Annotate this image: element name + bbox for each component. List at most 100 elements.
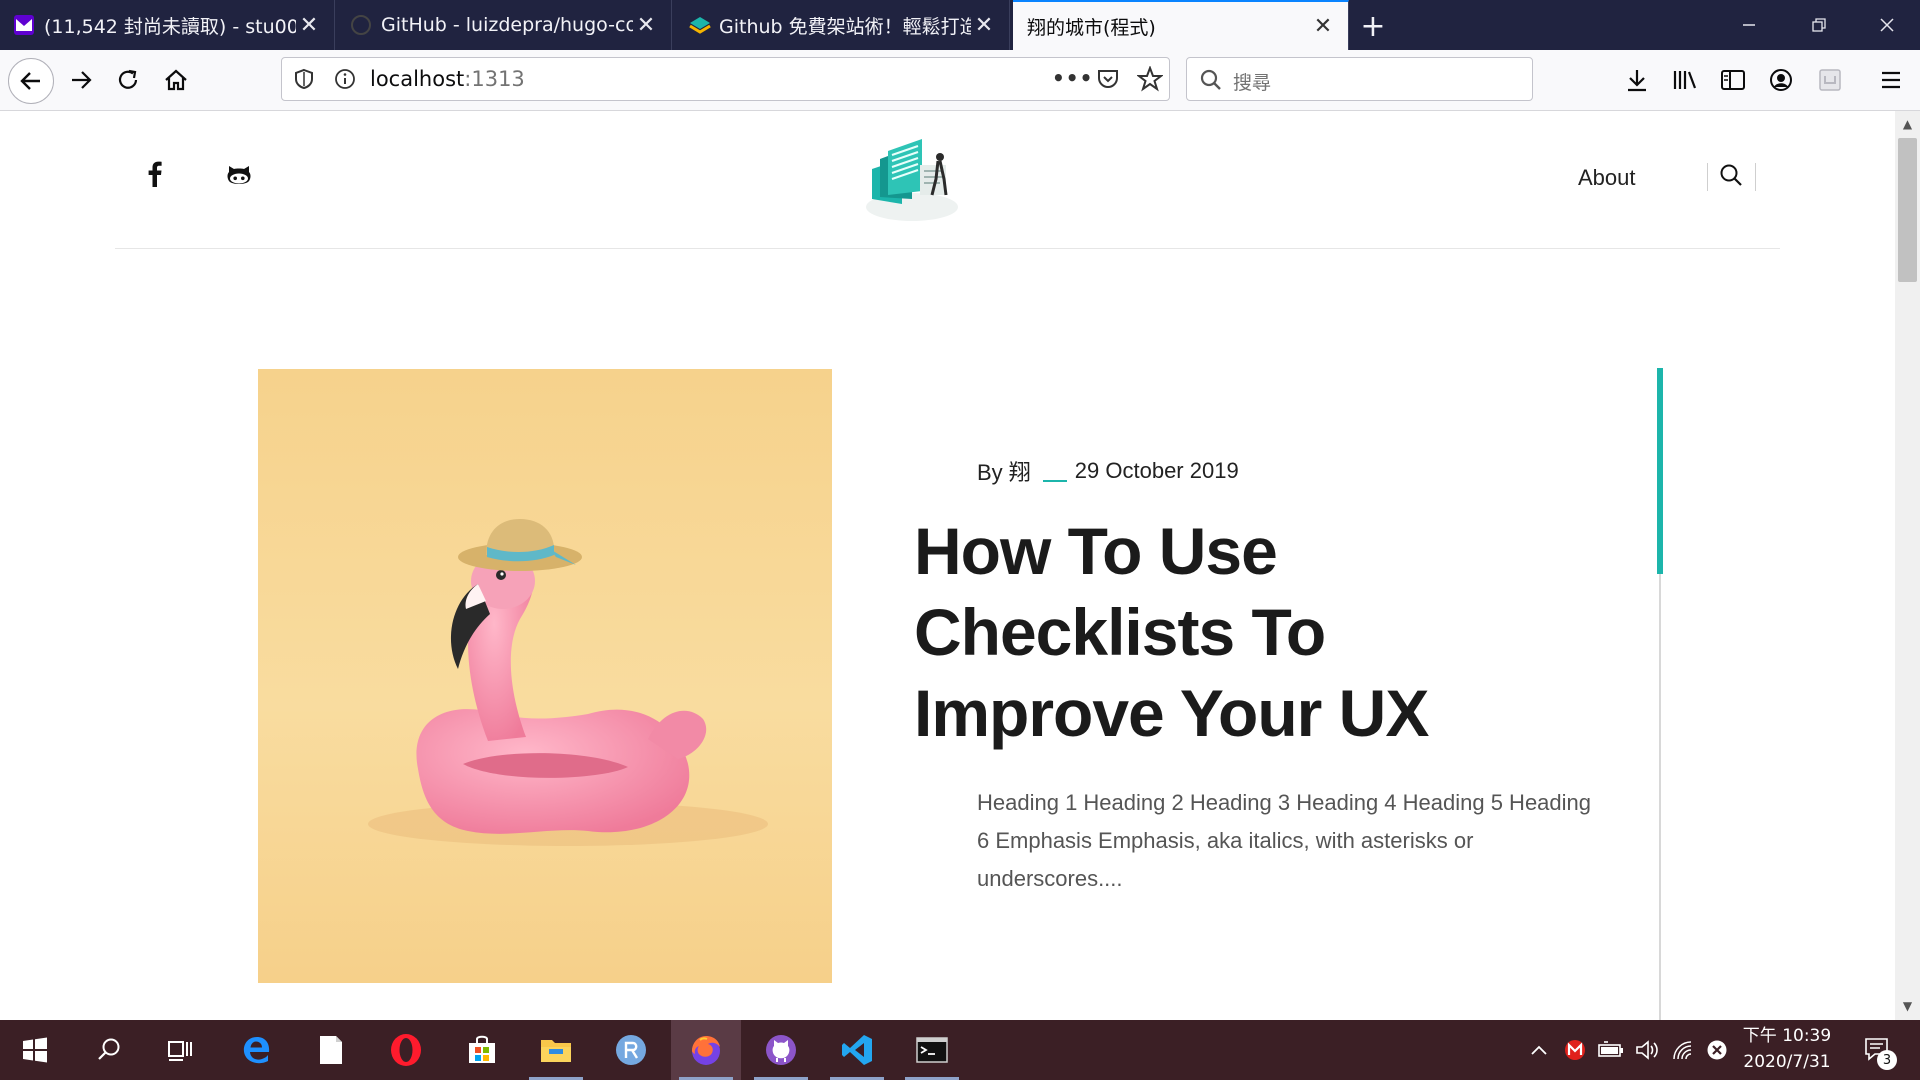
antivirus-icon (1565, 1040, 1585, 1060)
restore-button[interactable] (1784, 0, 1854, 50)
url-text[interactable]: localhost:1313 (370, 67, 525, 91)
windows-icon (23, 1037, 47, 1063)
github-icon (227, 166, 251, 184)
account-icon (1770, 69, 1792, 91)
search-bar[interactable]: 搜尋 (1186, 57, 1533, 101)
tray-network[interactable] (1668, 1020, 1698, 1080)
back-button[interactable] (8, 58, 54, 104)
taskbar-search-button[interactable] (74, 1020, 144, 1080)
task-view-button[interactable] (144, 1020, 214, 1080)
facebook-link[interactable] (148, 161, 162, 191)
tray-battery[interactable] (1596, 1020, 1626, 1080)
close-tab-icon[interactable]: ✕ (1310, 13, 1336, 39)
downloads-button[interactable] (1617, 60, 1657, 100)
search-icon (98, 1038, 120, 1060)
tab-active-site[interactable]: 翔的城市(程式) ✕ (1013, 0, 1349, 50)
opera-icon (391, 1034, 421, 1066)
taskbar-file-explorer[interactable] (521, 1020, 591, 1080)
taskbar-clock[interactable]: 下午 10:39 2020/7/31 (1732, 1023, 1842, 1075)
tray-mcafee[interactable] (1562, 1020, 1588, 1080)
store-icon (469, 1035, 495, 1063)
tab-github-hosting-article[interactable]: Github 免費架站術！輕鬆打造 ✕ (675, 0, 1010, 50)
header-divider (115, 248, 1780, 249)
vscode-icon (842, 1035, 872, 1065)
edge-icon (243, 1037, 270, 1064)
sidebar-icon (1721, 70, 1745, 90)
close-window-button[interactable] (1852, 0, 1920, 50)
yahoo-mail-icon (14, 15, 34, 35)
logo-illustration (866, 139, 958, 221)
tab-strip: (11,542 封尚未讀取) - stu0020 ✕ GitHub - luiz… (0, 0, 1920, 50)
taskbar: 下午 10:39 2020/7/31 3 (0, 1020, 1920, 1080)
site-logo[interactable] (862, 129, 962, 229)
extension-icon (1819, 69, 1841, 91)
wifi-icon (1673, 1041, 1692, 1060)
tray-volume[interactable] (1632, 1020, 1662, 1080)
sidebar-button[interactable] (1713, 60, 1753, 100)
minimize-button[interactable] (1714, 0, 1784, 50)
forward-button[interactable] (61, 60, 101, 100)
task-view-icon (168, 1041, 192, 1061)
taskbar-github-desktop[interactable] (746, 1020, 816, 1080)
post-excerpt: Heading 1 Heading 2 Heading 3 Heading 4 … (977, 790, 1592, 891)
nav-divider (1707, 163, 1708, 191)
taskbar-firefox[interactable] (671, 1020, 741, 1080)
download-icon (1628, 70, 1646, 92)
post-featured-image[interactable] (258, 369, 832, 983)
info-icon[interactable] (334, 68, 356, 94)
taskbar-notepad[interactable] (296, 1020, 366, 1080)
scroll-down-arrow[interactable]: ▼ (1898, 996, 1917, 1016)
flamingo-float-image (258, 369, 832, 983)
close-tab-icon[interactable]: ✕ (633, 12, 659, 38)
extension-button[interactable] (1810, 60, 1850, 100)
new-tab-button[interactable]: + (1355, 8, 1391, 44)
hamburger-menu-icon (1882, 71, 1900, 89)
disconnected-icon (1707, 1040, 1727, 1060)
start-button[interactable] (0, 1020, 70, 1080)
taskbar-r[interactable] (596, 1020, 666, 1080)
close-tab-icon[interactable]: ✕ (296, 12, 322, 38)
post-date: 29 October 2019 (1074, 458, 1239, 483)
taskbar-terminal[interactable] (897, 1020, 967, 1080)
account-button[interactable] (1761, 60, 1801, 100)
page-actions-icon[interactable]: ••• (1052, 66, 1093, 90)
navigation-toolbar: localhost:1313 ••• 搜尋 (0, 50, 1920, 111)
nav-divider (1755, 163, 1756, 191)
taskbar-edge[interactable] (222, 1020, 292, 1080)
home-button[interactable] (156, 60, 196, 100)
battery-icon (1598, 1041, 1623, 1057)
tab-title: Github 免費架站術！輕鬆打造 (719, 15, 971, 38)
site-search-button[interactable] (1719, 163, 1743, 191)
reload-button[interactable] (108, 60, 148, 100)
bookmark-star-icon[interactable] (1136, 65, 1164, 96)
menu-button[interactable] (1871, 60, 1911, 100)
tray-no-connection[interactable] (1704, 1020, 1730, 1080)
library-icon (1673, 71, 1697, 89)
search-placeholder: 搜尋 (1233, 72, 1272, 94)
tab-github[interactable]: GitHub - luizdepra/hugo-cod ✕ (337, 0, 672, 50)
github-icon (351, 15, 371, 35)
nav-about-link[interactable]: About (1578, 165, 1636, 191)
search-icon (1199, 68, 1223, 96)
pocket-icon[interactable] (1096, 67, 1120, 95)
post-title[interactable]: How To Use Checklists To Improve Your UX (914, 511, 1554, 754)
speaker-icon (1636, 1040, 1658, 1060)
scrollbar-thumb[interactable] (1898, 138, 1917, 282)
action-center-button[interactable]: 3 (1853, 1020, 1903, 1080)
accent-bar (1657, 368, 1663, 574)
firefox-icon (692, 1036, 720, 1065)
scroll-up-arrow[interactable]: ▲ (1898, 114, 1917, 134)
page-content: About By 翔 29 October 2019 How To Use Ch… (0, 111, 1895, 1020)
taskbar-store[interactable] (447, 1020, 517, 1080)
shield-icon[interactable] (294, 68, 314, 94)
taskbar-opera[interactable] (371, 1020, 441, 1080)
show-hidden-icons-button[interactable] (1526, 1020, 1552, 1080)
taskbar-vscode[interactable] (822, 1020, 892, 1080)
tab-yahoo-mail[interactable]: (11,542 封尚未讀取) - stu0020 ✕ (0, 0, 335, 50)
post-author[interactable]: By 翔 (977, 455, 1031, 487)
url-bar[interactable]: localhost:1313 ••• (281, 57, 1170, 101)
close-tab-icon[interactable]: ✕ (971, 12, 997, 38)
library-button[interactable] (1665, 60, 1705, 100)
github-link[interactable] (226, 164, 252, 190)
reload-icon (118, 69, 138, 89)
